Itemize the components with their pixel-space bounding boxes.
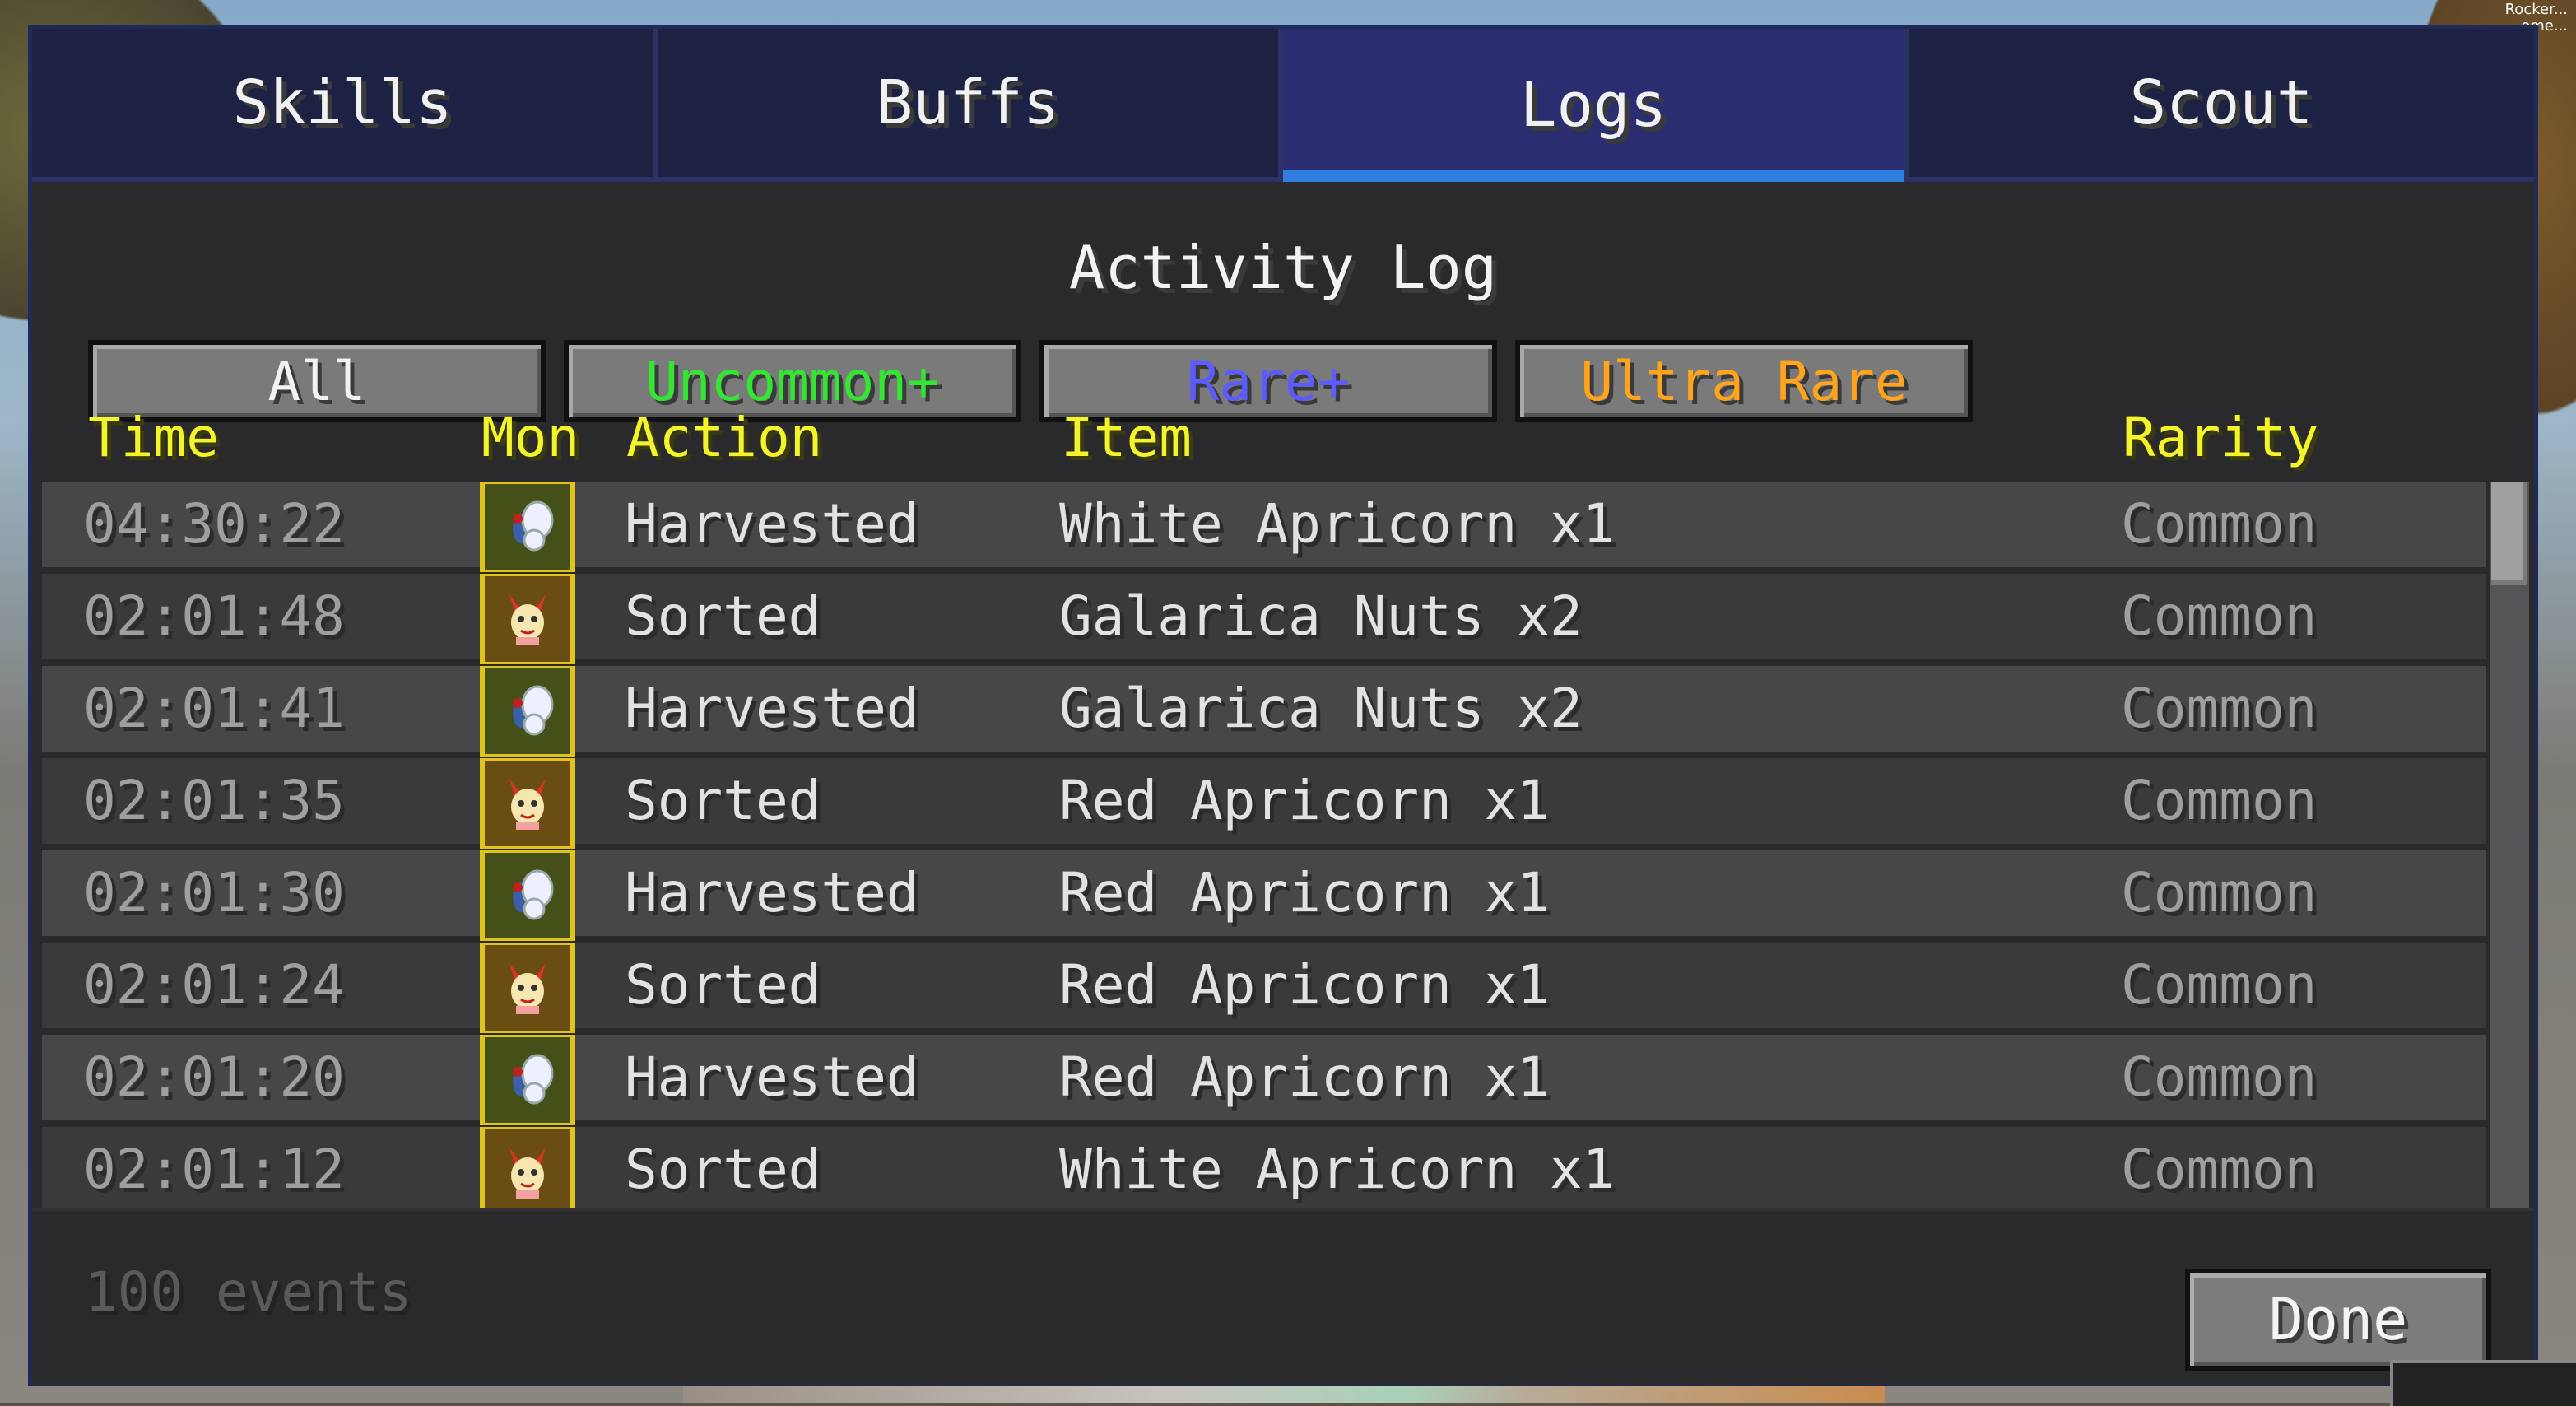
- row-time: 02:01:30: [83, 861, 345, 924]
- row-rarity: Common: [2121, 1138, 2318, 1201]
- log-row: 02:01:12 Sorted White Apricorn x1 Common: [42, 1127, 2486, 1213]
- tab-label: Scout: [2129, 68, 2313, 138]
- row-time: 02:01:24: [83, 953, 345, 1017]
- header-action: Action: [626, 406, 823, 469]
- tab-label: Logs: [1519, 70, 1667, 141]
- row-action: Sorted: [625, 953, 821, 1017]
- scrollbar[interactable]: [2490, 482, 2529, 1213]
- background-slot: [2390, 1360, 2576, 1406]
- combee-icon: [480, 574, 575, 664]
- row-action: Harvested: [625, 861, 919, 924]
- row-item: Galarica Nuts x2: [1059, 677, 1583, 740]
- log-row: 02:01:35 Sorted Red Apricorn x1 Common: [42, 758, 2486, 849]
- event-count: 100 events: [85, 1260, 412, 1324]
- header-rarity: Rarity: [2123, 406, 2319, 469]
- tab-buffs[interactable]: Buffs: [658, 29, 1283, 182]
- row-time: 02:01:41: [83, 677, 345, 740]
- row-rarity: Common: [2121, 769, 2318, 832]
- row-item: White Apricorn x1: [1059, 492, 1616, 556]
- row-action: Harvested: [625, 677, 919, 740]
- column-headers: Time Mon Action Item Rarity: [32, 406, 2534, 472]
- filter-label: Ultra Rare: [1580, 349, 1908, 413]
- filter-label: Rare+: [1186, 349, 1351, 413]
- butterfree-icon: [480, 666, 575, 757]
- scrollbar-thumb[interactable]: [2491, 482, 2527, 585]
- activity-log-window: Skills Buffs Logs Scout Activity Log All…: [28, 25, 2538, 1386]
- tab-label: Buffs: [876, 68, 1060, 138]
- row-rarity: Common: [2121, 677, 2318, 740]
- log-row: 02:01:41 Harvested Galarica Nuts x2 Common: [42, 666, 2486, 757]
- log-row: 02:01:48 Sorted Galarica Nuts x2 Common: [42, 574, 2486, 664]
- tab-skills[interactable]: Skills: [32, 29, 658, 182]
- row-time: 02:01:12: [83, 1138, 345, 1201]
- log-row: 02:01:24 Sorted Red Apricorn x1 Common: [42, 943, 2486, 1033]
- row-action: Sorted: [625, 1138, 821, 1201]
- combee-icon: [480, 758, 575, 849]
- footer: 100 events Done: [32, 1208, 2534, 1385]
- tab-logs[interactable]: Logs: [1283, 29, 1909, 182]
- filter-label: Uncommon+: [645, 349, 940, 413]
- row-item: Galarica Nuts x2: [1059, 584, 1583, 648]
- row-time: 04:30:22: [83, 492, 345, 556]
- row-action: Sorted: [625, 769, 821, 832]
- log-list: 02:01:12 Sorted White Apricorn x1 Common 02:…: [42, 482, 2529, 1213]
- row-item: Red Apricorn x1: [1059, 1045, 1551, 1109]
- combee-icon: [480, 1127, 575, 1213]
- header-item: Item: [1061, 406, 1192, 469]
- tab-bar: Skills Buffs Logs Scout: [32, 29, 2534, 182]
- row-time: 02:01:48: [83, 584, 345, 648]
- header-time: Time: [88, 406, 219, 469]
- done-label: Done: [2268, 1286, 2408, 1353]
- row-action: Harvested: [625, 492, 919, 556]
- filter-label: All: [267, 349, 366, 413]
- page-title: Activity Log: [1068, 233, 1498, 302]
- butterfree-icon: [480, 482, 575, 572]
- row-rarity: Common: [2121, 584, 2318, 648]
- row-item: Red Apricorn x1: [1059, 861, 1551, 924]
- row-item: White Apricorn x1: [1059, 1138, 1616, 1201]
- tab-label: Skills: [232, 68, 453, 138]
- tab-scout[interactable]: Scout: [1909, 29, 2534, 182]
- row-item: Red Apricorn x1: [1059, 769, 1551, 832]
- butterfree-icon: [480, 850, 575, 941]
- row-rarity: Common: [2121, 861, 2318, 924]
- row-rarity: Common: [2121, 492, 2318, 556]
- row-action: Harvested: [625, 1045, 919, 1109]
- combee-icon: [480, 943, 575, 1033]
- row-time: 02:01:20: [83, 1045, 345, 1109]
- row-time: 02:01:35: [83, 769, 345, 832]
- done-button[interactable]: Done: [2185, 1269, 2491, 1371]
- log-row: 02:01:30 Harvested Red Apricorn x1 Common: [42, 850, 2486, 941]
- log-row: 02:01:20 Harvested Red Apricorn x1 Common: [42, 1035, 2486, 1125]
- row-rarity: Common: [2121, 1045, 2318, 1109]
- row-rarity: Common: [2121, 953, 2318, 1017]
- row-action: Sorted: [625, 584, 821, 648]
- log-row: 04:30:22 Harvested White Apricorn x1 Common: [42, 482, 2486, 572]
- row-item: Red Apricorn x1: [1059, 953, 1551, 1017]
- butterfree-icon: [480, 1035, 575, 1125]
- header-mon: Mon: [481, 406, 580, 469]
